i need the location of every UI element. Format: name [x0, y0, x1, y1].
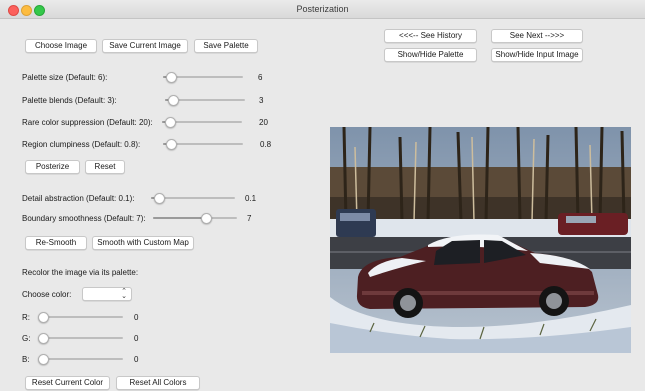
blue-label: B:: [22, 355, 30, 364]
red-slider[interactable]: [38, 311, 123, 323]
boundary-smoothness-label: Boundary smoothness (Default: 7):: [22, 214, 146, 223]
blue-slider[interactable]: [38, 353, 123, 365]
red-label: R:: [22, 313, 30, 322]
palette-blends-slider[interactable]: [165, 94, 245, 106]
recolor-heading: Recolor the image via its palette:: [22, 268, 139, 277]
posterize-button[interactable]: Posterize: [25, 160, 80, 174]
window-title: Posterization: [296, 4, 349, 14]
red-value: 0: [134, 313, 139, 322]
palette-blends-label: Palette blends (Default: 3):: [22, 96, 117, 105]
green-label: G:: [22, 334, 31, 343]
green-value: 0: [134, 334, 139, 343]
save-palette-button[interactable]: Save Palette: [194, 39, 258, 53]
see-next-button[interactable]: See Next -->>>: [491, 29, 583, 43]
detail-abstraction-value: 0.1: [245, 194, 257, 203]
region-clumpiness-slider-knob[interactable]: [166, 139, 177, 150]
boundary-smoothness-slider[interactable]: [153, 212, 237, 224]
car-photo: [330, 127, 631, 353]
smooth-with-custom-map-button[interactable]: Smooth with Custom Map: [92, 236, 194, 250]
region-clumpiness-slider[interactable]: [163, 138, 243, 150]
reset-current-color-button[interactable]: Reset Current Color: [25, 376, 110, 390]
output-image: [330, 127, 631, 353]
resmooth-button[interactable]: Re-Smooth: [25, 236, 87, 250]
red-slider-knob[interactable]: [38, 312, 49, 323]
title-bar: Posterization: [0, 0, 645, 19]
show-hide-input-image-button[interactable]: Show/Hide Input Image: [491, 48, 583, 62]
see-history-button[interactable]: <<<-- See History: [384, 29, 477, 43]
choose-image-button[interactable]: Choose Image: [25, 39, 97, 53]
palette-size-slider[interactable]: [163, 71, 243, 83]
detail-abstraction-slider-knob[interactable]: [154, 193, 166, 204]
save-current-image-button[interactable]: Save Current Image: [102, 39, 188, 53]
green-slider[interactable]: [38, 332, 123, 344]
rare-color-suppression-slider-knob[interactable]: [165, 117, 176, 128]
detail-abstraction-label: Detail abstraction (Default: 0.1):: [22, 194, 135, 203]
choose-color-label: Choose color:: [22, 290, 72, 299]
blue-value: 0: [134, 355, 139, 364]
reset-all-colors-button[interactable]: Reset All Colors: [116, 376, 200, 390]
palette-blends-value: 3: [259, 96, 264, 105]
rare-color-suppression-label: Rare color suppression (Default: 20):: [22, 118, 153, 127]
detail-abstraction-slider[interactable]: [151, 192, 235, 204]
palette-size-slider-knob[interactable]: [166, 72, 177, 83]
green-slider-knob[interactable]: [38, 333, 49, 344]
up-down-chevron-icon: ⌃ ⌄: [121, 288, 127, 300]
show-hide-palette-button[interactable]: Show/Hide Palette: [384, 48, 477, 62]
choose-color-select[interactable]: ⌃ ⌄: [82, 287, 132, 301]
rare-color-suppression-value: 20: [259, 118, 268, 127]
rare-color-suppression-slider[interactable]: [162, 116, 242, 128]
region-clumpiness-value: 0.8: [260, 140, 272, 149]
boundary-smoothness-value: 7: [247, 214, 252, 223]
boundary-smoothness-slider-fill: [153, 217, 206, 219]
region-clumpiness-label: Region clumpiness (Default: 0.8):: [22, 140, 141, 149]
boundary-smoothness-slider-knob[interactable]: [200, 213, 212, 224]
reset-button[interactable]: Reset: [85, 160, 125, 174]
palette-blends-slider-knob[interactable]: [168, 95, 179, 106]
palette-size-value: 6: [258, 73, 263, 82]
blue-slider-knob[interactable]: [38, 354, 49, 365]
palette-size-label: Palette size (Default: 6):: [22, 73, 108, 82]
